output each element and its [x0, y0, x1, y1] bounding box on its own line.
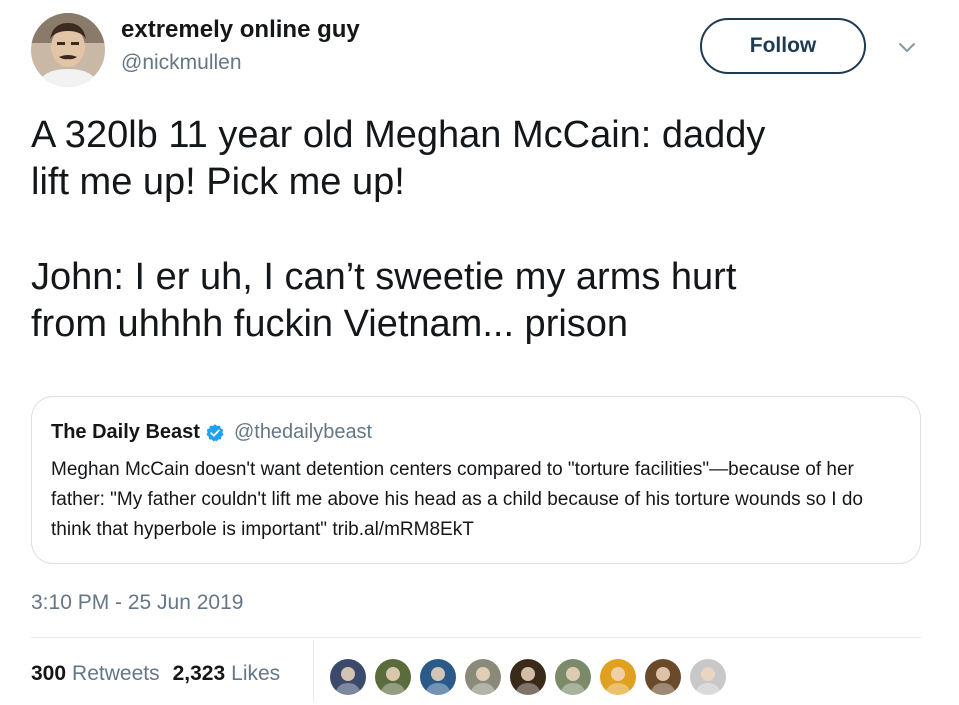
- retweets-count: 300: [31, 662, 67, 685]
- tweet-paragraph: John: I er uh, I can’t sweetie my arms h…: [31, 256, 737, 345]
- author-handle[interactable]: @nickmullen: [121, 51, 242, 75]
- quoted-tweet-text: Meghan McCain doesn't want detention cen…: [51, 459, 863, 540]
- liker-avatar[interactable]: [598, 657, 638, 697]
- liker-avatar[interactable]: [328, 657, 368, 697]
- chevron-down-icon: [899, 43, 915, 52]
- liker-avatar[interactable]: [373, 657, 413, 697]
- tweet-stats: 300 Retweets 2,323 Likes: [31, 662, 280, 686]
- liker-avatar[interactable]: [418, 657, 458, 697]
- tweet-text: A 320lb 11 year old Meghan McCain: daddy…: [31, 112, 931, 348]
- quoted-author-handle: @thedailybeast: [233, 421, 373, 443]
- user-avatar-icon: [555, 659, 591, 695]
- user-avatar-icon: [465, 659, 501, 695]
- user-avatar-icon: [31, 13, 105, 87]
- follow-button[interactable]: Follow: [700, 18, 866, 74]
- tweet-paragraph: A 320lb 11 year old Meghan McCain: daddy…: [31, 114, 766, 203]
- quoted-tweet-header: The Daily Beast @thedailybeast: [51, 421, 372, 444]
- author-display-name[interactable]: extremely online guy: [121, 16, 360, 44]
- liker-avatar[interactable]: [463, 657, 503, 697]
- likes-count: 2,323: [172, 662, 226, 685]
- quoted-author-name: The Daily Beast: [51, 421, 200, 443]
- likes-label: Likes: [231, 662, 281, 685]
- user-avatar-icon: [600, 659, 636, 695]
- retweets-label: Retweets: [72, 662, 160, 685]
- user-avatar-icon: [330, 659, 366, 695]
- stats-divider: [31, 637, 921, 638]
- stats-separator: [313, 640, 314, 702]
- author-avatar[interactable]: [31, 13, 105, 87]
- verified-badge-icon: [206, 423, 224, 441]
- liker-avatar[interactable]: [553, 657, 593, 697]
- follow-button-label: Follow: [749, 34, 817, 57]
- user-avatar-icon: [645, 659, 681, 695]
- user-avatar-icon: [420, 659, 456, 695]
- user-avatar-icon: [510, 659, 546, 695]
- liker-avatar[interactable]: [508, 657, 548, 697]
- retweets-stat[interactable]: 300 Retweets: [31, 662, 160, 686]
- tweet-timestamp[interactable]: 3:10 PM - 25 Jun 2019: [31, 591, 243, 615]
- user-avatar-icon: [690, 659, 726, 695]
- liker-avatar[interactable]: [688, 657, 728, 697]
- more-menu-button[interactable]: [896, 36, 918, 58]
- liker-avatars: [328, 657, 733, 697]
- likes-stat[interactable]: 2,323 Likes: [173, 662, 281, 686]
- user-avatar-icon: [375, 659, 411, 695]
- liker-avatar[interactable]: [643, 657, 683, 697]
- quoted-tweet-card[interactable]: The Daily Beast @thedailybeast Meghan Mc…: [31, 396, 921, 564]
